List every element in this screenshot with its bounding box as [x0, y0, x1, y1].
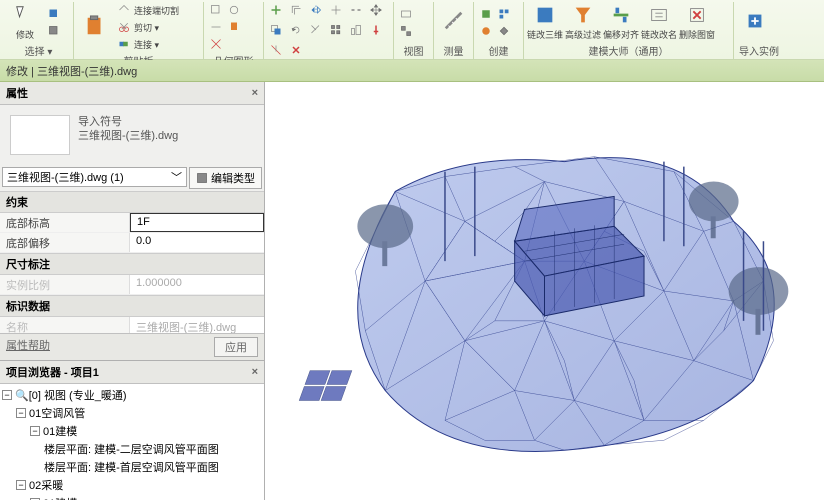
master-group-label: 建模大师（通用） [528, 42, 729, 59]
instance-dropdown-value: 三维视图-(三维).dwg (1) [7, 169, 124, 185]
properties-grid: 约束 底部标高 1F 底部偏移 0.0 尺寸标注 实例比例 1.000000 标… [0, 191, 264, 333]
import-group-label: 导入实例 [738, 42, 780, 59]
create-group-label: 创建 [478, 42, 519, 59]
model-viewport[interactable] [265, 82, 824, 500]
chevron-down-icon: ﹀ [171, 169, 182, 185]
properties-panel-header: 属性 × [0, 82, 264, 105]
dimensions-section[interactable]: 尺寸标注 [0, 253, 264, 275]
measure-button[interactable] [438, 2, 469, 42]
type-preview-thumbnail [10, 115, 70, 155]
create-similar-icon[interactable] [478, 6, 494, 22]
split-face-icon[interactable] [208, 19, 224, 35]
select-filter-icon[interactable] [46, 23, 62, 39]
trim-extend-icon[interactable] [308, 22, 324, 38]
select-mode-icon[interactable] [46, 6, 62, 22]
tree-node-heating[interactable]: −02采暖 [2, 476, 262, 494]
base-offset-input[interactable]: 0.0 [130, 233, 264, 252]
browser-panel-header: 项目浏览器 - 项目1 × [0, 361, 264, 384]
base-level-input[interactable]: 1F [130, 213, 264, 232]
tree-node-modeling-1[interactable]: −01建模 [2, 422, 262, 440]
type-name-label: 三维视图-(三维).dwg [78, 129, 178, 143]
tree-views-root[interactable]: −🔍 [0] 视图 (专业_暖通) [2, 386, 262, 404]
tree-node-hvac-duct[interactable]: −01空调风管 [2, 404, 262, 422]
context-tab-bar: 修改 | 三维视图-(三维).dwg [0, 60, 824, 82]
link-to-3d-button[interactable]: 链改三维 [528, 2, 562, 42]
delete-view-button[interactable]: 删除图窗 [680, 2, 714, 42]
select-group-label: 选择 ▾ [8, 42, 69, 59]
measure-group-label: 测量 [438, 42, 469, 59]
create-group-icon[interactable] [496, 6, 512, 22]
browser-title: 项目浏览器 - 项目1 [6, 364, 99, 380]
left-panel: 属性 × 导入符号 三维视图-(三维).dwg 三维视图-(三维).dwg (1… [0, 82, 265, 500]
unpin-icon[interactable] [268, 42, 284, 58]
view-graphics-icon[interactable] [398, 6, 414, 22]
name-value: 三维视图-(三维).dwg [130, 317, 264, 333]
browser-close-icon[interactable]: × [252, 366, 258, 378]
type-selector[interactable]: 导入符号 三维视图-(三维).dwg [0, 105, 264, 165]
wireframe-model-icon [265, 82, 824, 500]
view-hide-icon[interactable] [398, 23, 414, 39]
create-assembly-icon[interactable] [478, 23, 494, 39]
join-end-cut-button[interactable]: 连接端切割 [116, 2, 179, 18]
advanced-filter-button[interactable]: 高级过滤 [566, 2, 600, 42]
import-instance-button[interactable] [738, 2, 772, 42]
create-part-icon[interactable] [496, 23, 512, 39]
align-icon[interactable] [268, 2, 284, 18]
properties-help-link[interactable]: 属性帮助 [6, 337, 50, 357]
instance-dropdown[interactable]: 三维视图-(三维).dwg (1) ﹀ [2, 167, 187, 187]
identity-section[interactable]: 标识数据 [0, 295, 264, 317]
base-level-label: 底部标高 [0, 213, 130, 232]
properties-title: 属性 [6, 85, 28, 101]
offset-icon[interactable] [288, 2, 304, 18]
trim-icon[interactable] [328, 2, 344, 18]
tree-toggle-icon[interactable]: − [16, 480, 26, 490]
type-category-label: 导入符号 [78, 115, 178, 129]
join-button[interactable]: 连接 ▾ [116, 36, 179, 52]
modify-tool-button[interactable]: 修改 [8, 2, 42, 42]
tree-leaf-floor2-plan[interactable]: 楼层平面: 建模-二层空调风管平面图 [2, 440, 262, 458]
tree-toggle-icon[interactable]: − [16, 408, 26, 418]
name-label: 名称 [0, 317, 130, 333]
cut-button[interactable]: 剪切 ▾ [116, 19, 179, 35]
rotate-icon[interactable] [288, 22, 304, 38]
cope-icon[interactable] [208, 2, 224, 18]
project-browser-tree[interactable]: −🔍 [0] 视图 (专业_暖通) −01空调风管 −01建模 楼层平面: 建模… [0, 384, 264, 500]
edit-type-button[interactable]: 编辑类型 [189, 167, 262, 189]
scale-icon[interactable] [348, 22, 364, 38]
delete-icon[interactable] [288, 42, 304, 58]
constraints-section[interactable]: 约束 [0, 191, 264, 213]
split-icon[interactable] [348, 2, 364, 18]
copy-icon[interactable] [268, 22, 284, 38]
apply-button[interactable]: 应用 [214, 337, 258, 357]
instance-scale-value: 1.000000 [130, 275, 264, 294]
offset-align-button[interactable]: 偏移对齐 [604, 2, 638, 42]
demolish-icon[interactable] [208, 36, 224, 52]
tree-toggle-icon[interactable]: − [2, 390, 12, 400]
instance-scale-label: 实例比例 [0, 275, 130, 294]
tree-node-modeling-2[interactable]: +01建模 [2, 494, 262, 500]
mirror-axis-icon[interactable] [308, 2, 324, 18]
paint-icon[interactable] [226, 19, 242, 35]
edit-type-label: 编辑类型 [211, 170, 255, 186]
paste-button[interactable] [78, 7, 112, 47]
cut-geom-icon[interactable] [226, 2, 242, 18]
tree-toggle-icon[interactable]: − [30, 426, 40, 436]
ribbon-toolbar: 修改 选择 ▾ 连接端切割 剪切 ▾ 连接 ▾ 剪贴板 [0, 0, 824, 60]
properties-close-icon[interactable]: × [252, 87, 258, 99]
pin-icon[interactable] [368, 22, 384, 38]
move-icon[interactable] [368, 2, 384, 18]
view-group-label: 视图 [398, 42, 429, 59]
context-tab-label: 修改 | 三维视图-(三维).dwg [6, 63, 137, 79]
array-icon[interactable] [328, 22, 344, 38]
base-offset-label: 底部偏移 [0, 233, 130, 252]
tree-leaf-floor1-plan[interactable]: 楼层平面: 建模-首层空调风管平面图 [2, 458, 262, 476]
link-rename-button[interactable]: 链改改名 [642, 2, 676, 42]
